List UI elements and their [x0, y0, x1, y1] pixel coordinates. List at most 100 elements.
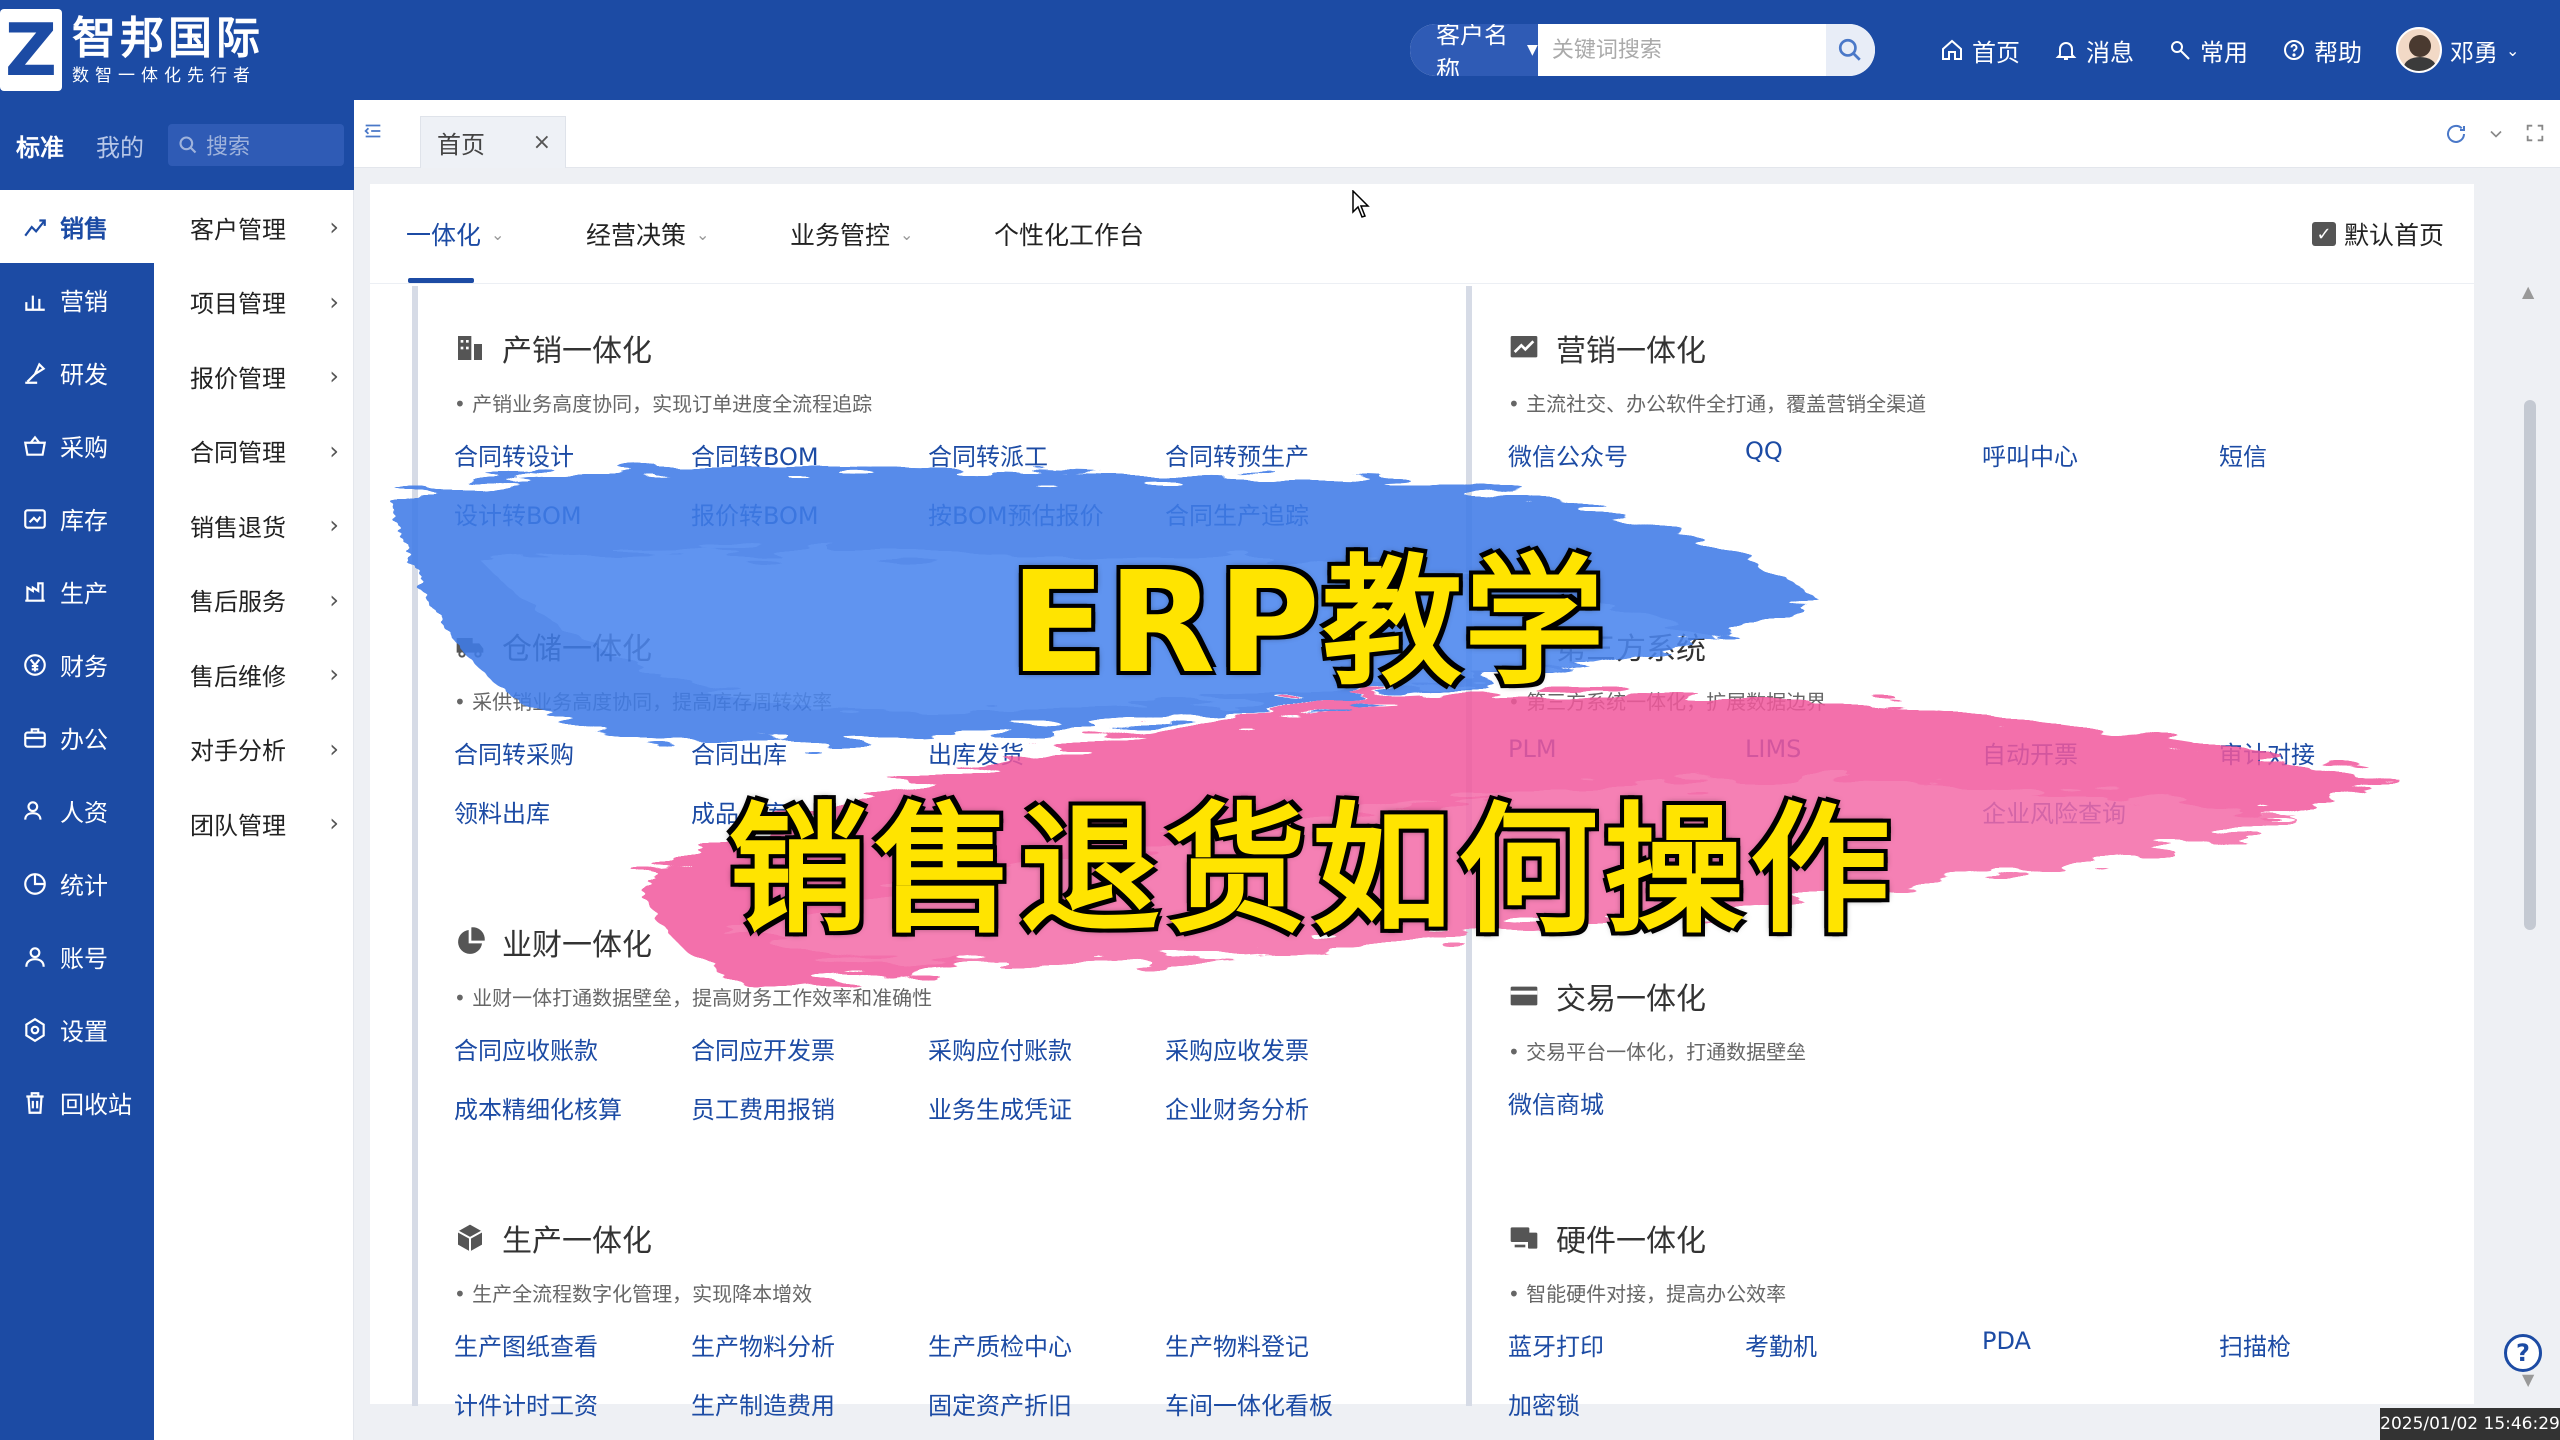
sidebar-item-account[interactable]: 账号 — [0, 920, 154, 993]
subnav-control[interactable]: 业务管控 ⌄ — [790, 216, 913, 252]
link-item[interactable]: 合同应开发票 — [691, 1031, 928, 1066]
nav-help[interactable]: 帮助 — [2282, 33, 2362, 68]
search-button[interactable] — [1825, 24, 1875, 76]
sidebar-item-production[interactable]: 生产 — [0, 555, 154, 628]
link-item[interactable] — [1508, 794, 1745, 829]
link-item[interactable]: 企业风险查询 — [1982, 794, 2219, 829]
subnav-integration[interactable]: 一体化 ⌄ — [406, 216, 504, 252]
video-timestamp: 2025/01/02 15:46:29 — [2380, 1408, 2560, 1440]
sidebar-item-sales[interactable]: 销售 — [0, 190, 154, 263]
link-item[interactable]: PDA — [1982, 1327, 2219, 1362]
default-home-checkbox[interactable]: ✓ 默认首页 — [2311, 216, 2444, 252]
link-item[interactable]: 微信商城 — [1508, 1085, 1745, 1120]
link-item[interactable]: 微信公众号 — [1508, 437, 1745, 472]
collapse-menu-icon[interactable] — [362, 120, 384, 146]
link-item[interactable] — [1745, 794, 1982, 829]
sidebar-item-rnd[interactable]: 研发 — [0, 336, 154, 409]
scrollbar-thumb[interactable] — [2524, 400, 2536, 930]
submenu-item[interactable]: 报价管理 › — [154, 339, 353, 414]
link-item[interactable]: 车间一体化看板 — [1165, 1386, 1402, 1421]
subnav-workbench[interactable]: 个性化工作台 — [994, 216, 1144, 252]
link-item[interactable]: 生产制造费用 — [691, 1386, 928, 1421]
submenu-item-sales-return[interactable]: 销售退货 › — [154, 488, 353, 563]
link-item[interactable]: 合同转设计 — [454, 437, 691, 472]
link-item[interactable]: 采购应付账款 — [928, 1031, 1165, 1066]
nav-messages[interactable]: 消息 — [2054, 33, 2134, 68]
link-item[interactable]: 成品入库 — [691, 794, 928, 829]
submenu-item[interactable]: 客户管理 › — [154, 190, 353, 265]
help-float-button[interactable]: ? — [2504, 1334, 2542, 1372]
link-item[interactable]: 按BOM预估报价 — [928, 496, 1165, 531]
submenu-item[interactable]: 项目管理 › — [154, 265, 353, 340]
sidebar-item-office[interactable]: 办公 — [0, 701, 154, 774]
sidebar-item-recycle-bin[interactable]: 回收站 — [0, 1066, 154, 1139]
link-item[interactable]: 加密锁 — [1508, 1386, 1745, 1421]
link-item[interactable]: 蓝牙打印 — [1508, 1327, 1745, 1362]
link-item[interactable] — [1165, 735, 1402, 770]
tab-mine[interactable]: 我的 — [80, 128, 160, 163]
sidebar-item-purchase[interactable]: 采购 — [0, 409, 154, 482]
link-item[interactable]: 设计转BOM — [454, 496, 691, 531]
sidebar-item-finance[interactable]: 财务 — [0, 628, 154, 701]
link-item[interactable]: 员工费用报销 — [691, 1090, 928, 1125]
chevron-down-icon[interactable] — [2486, 122, 2506, 146]
nav-common[interactable]: 常用 — [2168, 33, 2248, 68]
sidebar-item-marketing[interactable]: 营销 — [0, 263, 154, 336]
link-item[interactable]: 生产图纸查看 — [454, 1327, 691, 1362]
link-item[interactable]: 考勤机 — [1745, 1327, 1982, 1362]
link-item[interactable]: 合同转预生产 — [1165, 437, 1402, 472]
search-input[interactable] — [1537, 24, 1826, 76]
search-type-select[interactable]: 客户名称 ▼ — [1410, 24, 1538, 76]
link-item[interactable]: 呼叫中心 — [1982, 437, 2219, 472]
link-item[interactable]: 合同转派工 — [928, 437, 1165, 472]
tab-home[interactable]: 首页 × — [420, 116, 566, 168]
submenu-item[interactable]: 对手分析 › — [154, 712, 353, 787]
link-item[interactable]: LIMS — [1745, 735, 1982, 770]
link-item[interactable]: 报价转BOM — [691, 496, 928, 531]
submenu-item[interactable]: 团队管理 › — [154, 786, 353, 861]
help-icon — [2284, 40, 2304, 60]
sidebar-item-hr[interactable]: 人资 — [0, 774, 154, 847]
link-item[interactable]: 合同转BOM — [691, 437, 928, 472]
link-item[interactable]: 出库发货 — [928, 735, 1165, 770]
sidebar-item-inventory[interactable]: 库存 — [0, 482, 154, 555]
plugin-icon — [1512, 634, 1536, 658]
link-item[interactable]: 企业财务分析 — [1165, 1090, 1402, 1125]
link-item[interactable]: 审计对接 — [2219, 735, 2456, 770]
scroll-down-icon[interactable]: ▼ — [2522, 1370, 2534, 1389]
brand-logo[interactable]: Z 智邦国际 数智一体化先行者 — [0, 5, 300, 95]
menu-search-input[interactable]: 搜索 — [168, 124, 344, 166]
scroll-up-icon[interactable]: ▲ — [2522, 282, 2534, 301]
link-item[interactable]: 业务生成凭证 — [928, 1090, 1165, 1125]
link-item[interactable]: 合同转采购 — [454, 735, 691, 770]
close-icon[interactable]: × — [533, 130, 551, 155]
link-item[interactable]: 生产物料登记 — [1165, 1327, 1402, 1362]
link-item[interactable]: 短信 — [2219, 437, 2456, 472]
sidebar-item-statistics[interactable]: 统计 — [0, 847, 154, 920]
link-item[interactable]: 合同生产追踪 — [1165, 496, 1402, 531]
user-menu[interactable]: 邓勇 ⌄ — [2396, 27, 2519, 73]
link-item[interactable]: 计件计时工资 — [454, 1386, 691, 1421]
link-item[interactable]: 成本精细化核算 — [454, 1090, 691, 1125]
tab-standard[interactable]: 标准 — [0, 128, 80, 163]
link-item[interactable]: 固定资产折旧 — [928, 1386, 1165, 1421]
link-item[interactable]: 生产质检中心 — [928, 1327, 1165, 1362]
link-item[interactable]: 生产物料分析 — [691, 1327, 928, 1362]
subnav-decision[interactable]: 经营决策 ⌄ — [586, 216, 709, 252]
link-item[interactable]: PLM — [1508, 735, 1745, 770]
link-item[interactable]: 自动开票 — [1982, 735, 2219, 770]
link-item[interactable]: 领料出库 — [454, 794, 691, 829]
sidebar-item-settings[interactable]: 设置 — [0, 993, 154, 1066]
submenu-item[interactable]: 售后服务 › — [154, 563, 353, 638]
submenu-item[interactable]: 合同管理 › — [154, 414, 353, 489]
link-item[interactable]: 扫描枪 — [2219, 1327, 2456, 1362]
link-item[interactable]: 合同出库 — [691, 735, 928, 770]
link-item[interactable]: QQ — [1745, 437, 1982, 472]
link-item[interactable]: 采购应收发票 — [1165, 1031, 1402, 1066]
content-scrollbar[interactable]: ▲ ▼ — [2522, 282, 2536, 1400]
fullscreen-icon[interactable] — [2524, 122, 2546, 144]
submenu-item[interactable]: 售后维修 › — [154, 637, 353, 712]
refresh-icon[interactable] — [2444, 122, 2468, 146]
link-item[interactable]: 合同应收账款 — [454, 1031, 691, 1066]
nav-home[interactable]: 首页 — [1940, 33, 2020, 68]
